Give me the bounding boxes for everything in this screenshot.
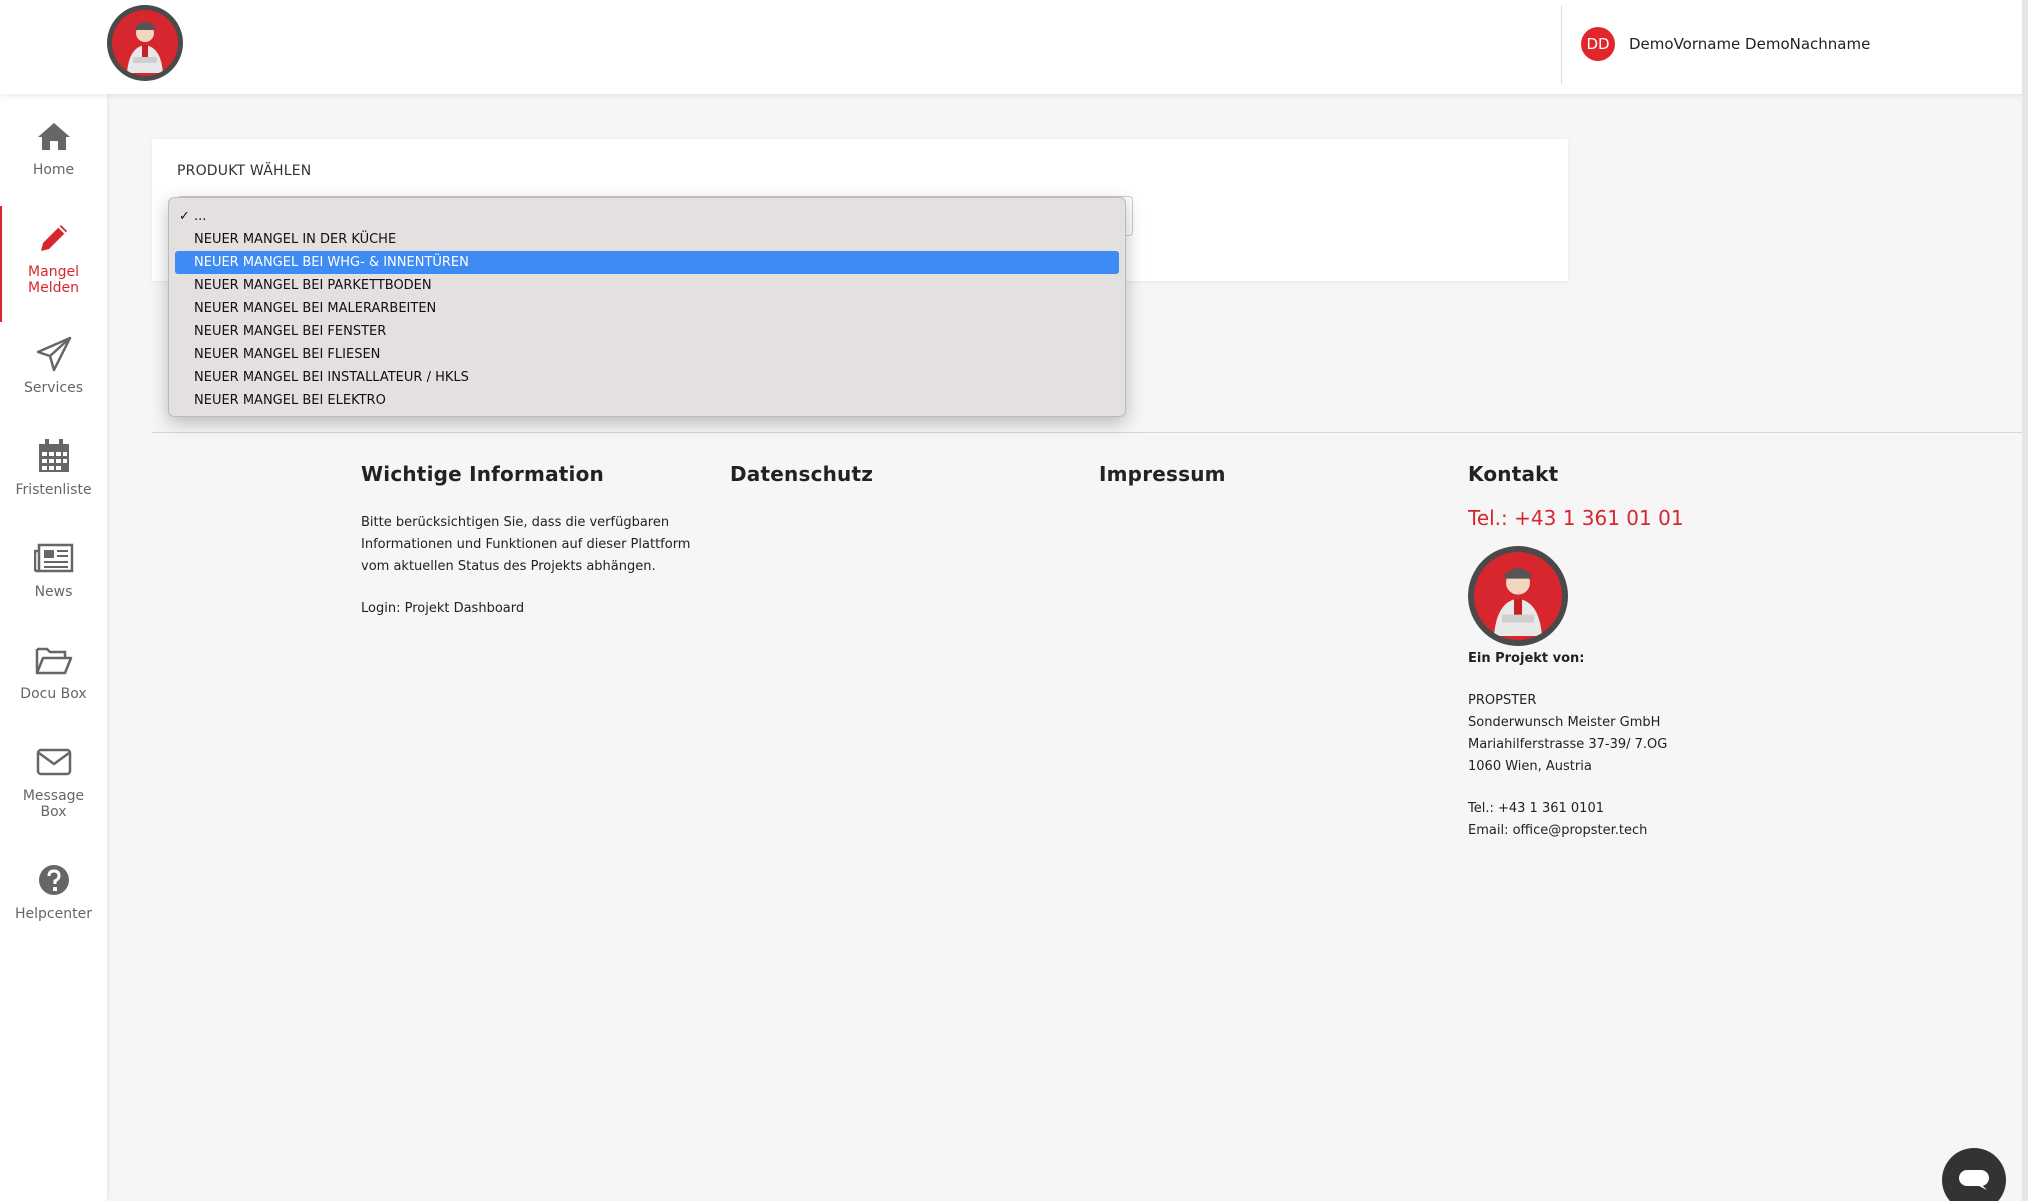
- footer-contact-column: Kontakt Tel.: +43 1 361 01 01 Ein Projek…: [1468, 462, 1768, 842]
- craftsman-icon: [1494, 568, 1542, 636]
- footer-privacy-link[interactable]: Datenschutz: [730, 462, 873, 486]
- user-menu[interactable]: DD DemoVorname DemoNachname: [1581, 27, 1870, 61]
- product-select-label: PRODUKT WÄHLEN: [177, 163, 312, 179]
- footer-logo: [1468, 546, 1568, 646]
- home-icon: [34, 116, 74, 156]
- footer-privacy-column: Datenschutz: [730, 462, 873, 486]
- contact-phone-link[interactable]: Tel.: +43 1 361 01 01: [1468, 506, 1768, 530]
- sidebar-item-message-box[interactable]: Message Box: [0, 742, 107, 820]
- option-label: NEUER MANGEL BEI FLIESEN: [194, 347, 381, 362]
- project-by-label: Ein Projekt von:: [1468, 651, 1585, 666]
- pencil-icon: [34, 218, 74, 258]
- product-dropdown-list: ✓... NEUER MANGEL IN DER KÜCHE NEUER MAN…: [168, 197, 1126, 417]
- address-line: PROPSTER: [1468, 693, 1537, 708]
- sidebar-item-helpcenter[interactable]: Helpcenter: [0, 860, 107, 922]
- footer-divider: [152, 432, 2022, 433]
- top-header: DD DemoVorname DemoNachname: [0, 0, 2028, 94]
- sidebar-item-services[interactable]: Services: [0, 334, 107, 396]
- checkmark-icon: ✓: [179, 209, 190, 224]
- sidebar-item-mangel-melden[interactable]: Mangel Melden: [0, 206, 107, 322]
- footer-imprint-link[interactable]: Impressum: [1099, 462, 1226, 486]
- question-icon: [34, 860, 74, 900]
- address-line: 1060 Wien, Austria: [1468, 759, 1592, 774]
- avatar[interactable]: DD: [1581, 27, 1615, 61]
- calendar-icon: [34, 436, 74, 476]
- dropdown-option[interactable]: NEUER MANGEL BEI MALERARBEITEN: [175, 297, 1119, 320]
- page-scrollbar[interactable]: [2022, 0, 2028, 1201]
- dropdown-option[interactable]: NEUER MANGEL BEI FENSTER: [175, 320, 1119, 343]
- company-logo[interactable]: [107, 5, 183, 81]
- footer-info-text: Bitte berücksichtigen Sie, dass die verf…: [361, 515, 670, 530]
- chat-icon: [1959, 1170, 1989, 1190]
- dropdown-option[interactable]: NEUER MANGEL BEI FLIESEN: [175, 343, 1119, 366]
- newspaper-icon: [33, 538, 74, 578]
- logo-figure: [1474, 552, 1562, 640]
- option-label: NEUER MANGEL BEI MALERARBEITEN: [194, 301, 437, 316]
- sidebar-item-fristenliste[interactable]: Fristenliste: [0, 436, 107, 498]
- footer-info-title: Wichtige Information: [361, 462, 604, 486]
- paper-plane-icon: [34, 334, 74, 374]
- sidebar-item-label: Home: [32, 162, 75, 178]
- option-label: ...: [194, 209, 207, 224]
- footer-login-link[interactable]: Login: Projekt Dashboard: [361, 598, 721, 620]
- chat-widget-button[interactable]: [1942, 1148, 2006, 1201]
- footer-contact-title: Kontakt: [1468, 462, 1559, 486]
- dropdown-option[interactable]: NEUER MANGEL BEI INSTALLATEUR / HKLS: [175, 366, 1119, 389]
- dropdown-option[interactable]: NEUER MANGEL IN DER KÜCHE: [175, 228, 1119, 251]
- sidebar-item-label: Fristenliste: [15, 482, 92, 498]
- dropdown-option[interactable]: NEUER MANGEL BEI PARKETTBODEN: [175, 274, 1119, 297]
- folder-icon: [34, 640, 74, 680]
- sidebar-item-label: Helpcenter: [15, 906, 92, 922]
- address-line: Sonderwunsch Meister GmbH: [1468, 715, 1661, 730]
- address-line: Mariahilferstrasse 37-39/ 7.OG: [1468, 737, 1668, 752]
- sidebar-nav: Home Mangel Melden Services Fristenliste…: [0, 94, 107, 1201]
- option-label: NEUER MANGEL BEI INSTALLATEUR / HKLS: [194, 370, 469, 385]
- footer-info-text: Informationen und Funktionen auf dieser …: [361, 537, 691, 552]
- sidebar-item-label: Mangel Melden: [28, 264, 79, 296]
- option-label: NEUER MANGEL IN DER KÜCHE: [194, 232, 397, 247]
- envelope-icon: [34, 742, 74, 782]
- sidebar-item-label: News: [34, 584, 73, 600]
- logo-figure: [112, 10, 178, 76]
- option-label: NEUER MANGEL BEI FENSTER: [194, 324, 387, 339]
- dropdown-option-highlighted[interactable]: NEUER MANGEL BEI WHG- & INNENTÜREN: [175, 251, 1119, 274]
- option-label: NEUER MANGEL BEI ELEKTRO: [194, 393, 386, 408]
- sidebar-item-label: Services: [23, 380, 84, 396]
- sidebar-item-label: Docu Box: [20, 686, 87, 702]
- footer-info-text: vom aktuellen Status des Projekts abhäng…: [361, 559, 656, 574]
- footer-imprint-column: Impressum: [1099, 462, 1226, 486]
- footer-info-column: Wichtige Information Bitte berücksichtig…: [361, 462, 721, 620]
- dropdown-option[interactable]: ✓...: [175, 205, 1119, 228]
- sidebar-item-docu-box[interactable]: Docu Box: [0, 640, 107, 702]
- header-divider: [1561, 5, 1562, 84]
- contact-email-link[interactable]: Email: office@propster.tech: [1468, 820, 1768, 842]
- craftsman-icon: [127, 22, 163, 73]
- user-name[interactable]: DemoVorname DemoNachname: [1629, 35, 1870, 53]
- sidebar-item-home[interactable]: Home: [0, 116, 107, 178]
- contact-tel: Tel.: +43 1 361 0101: [1468, 801, 1604, 816]
- option-label: NEUER MANGEL BEI PARKETTBODEN: [194, 278, 432, 293]
- option-label: NEUER MANGEL BEI WHG- & INNENTÜREN: [194, 255, 469, 270]
- sidebar-item-label: Message Box: [22, 788, 85, 820]
- dropdown-option[interactable]: NEUER MANGEL BEI ELEKTRO: [175, 389, 1119, 412]
- sidebar-item-news[interactable]: News: [0, 538, 107, 600]
